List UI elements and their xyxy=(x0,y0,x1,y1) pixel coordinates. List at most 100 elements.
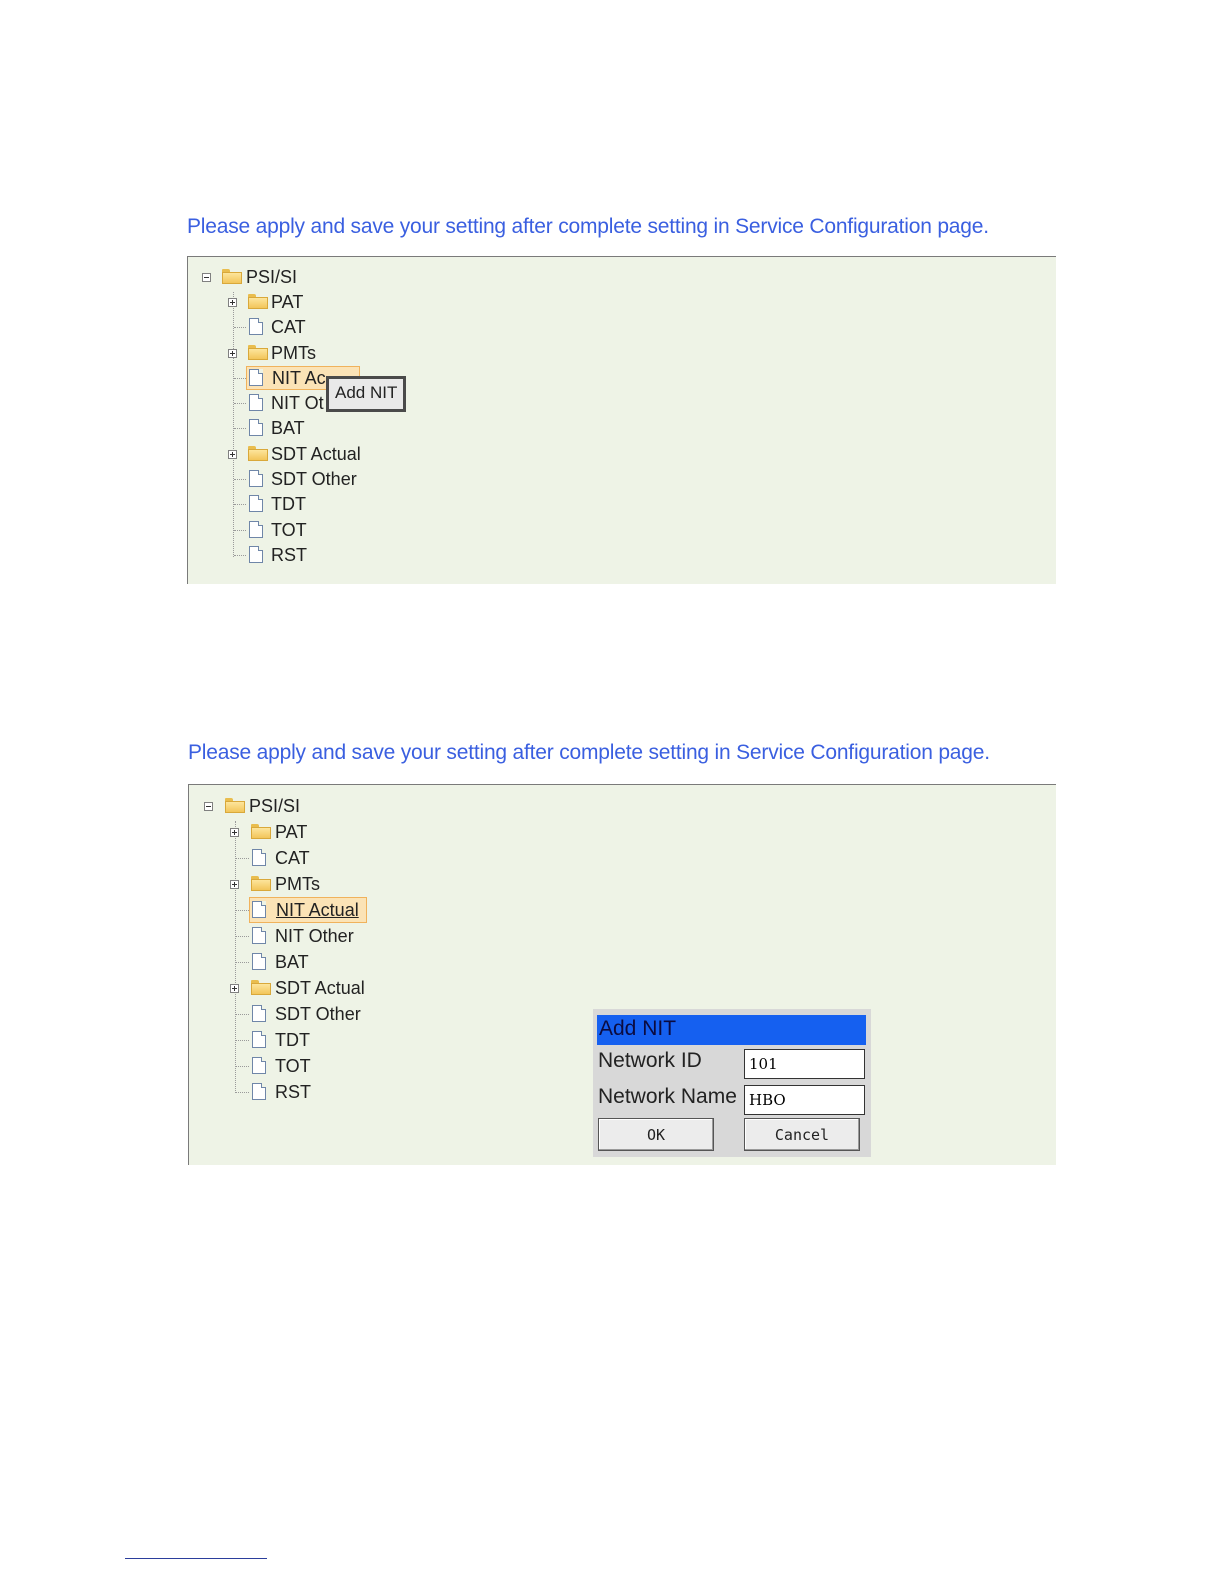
tree-connector xyxy=(236,858,249,859)
expand-icon[interactable] xyxy=(228,349,237,358)
tree-item-label: SDT Other xyxy=(275,1004,361,1024)
tree-item-nit-actual[interactable]: NIT Actual xyxy=(189,898,389,922)
tree-connector xyxy=(234,504,246,505)
file-icon xyxy=(252,953,266,970)
tree-item-label: BAT xyxy=(271,418,305,438)
file-icon xyxy=(249,369,263,386)
tree-item-label: TDT xyxy=(275,1030,310,1050)
tree-item-tdt[interactable]: TDT xyxy=(189,1028,389,1052)
file-icon xyxy=(249,318,263,335)
folder-icon xyxy=(248,345,268,360)
tree-item-label: SDT Actual xyxy=(271,444,361,464)
folder-icon xyxy=(251,824,271,839)
tree-connector xyxy=(234,327,246,328)
tree-item-pmts[interactable]: PMTs xyxy=(189,872,389,896)
ok-button[interactable]: OK xyxy=(598,1118,714,1151)
file-icon xyxy=(252,1057,266,1074)
tree-item-sdt-other[interactable]: SDT Other xyxy=(188,467,388,491)
tree-item-pmts[interactable]: PMTs xyxy=(188,341,388,365)
tree-connector xyxy=(236,1066,249,1067)
tree-connector xyxy=(234,403,246,404)
expand-icon[interactable] xyxy=(228,298,237,307)
tree-connector xyxy=(236,962,249,963)
tree-item-label: CAT xyxy=(275,848,310,868)
collapse-icon[interactable] xyxy=(202,273,211,282)
add-nit-context-menu-item[interactable]: Add NIT xyxy=(326,376,406,412)
tree-item-label: RST xyxy=(275,1082,311,1102)
file-icon xyxy=(249,546,263,563)
tree-connector xyxy=(234,479,246,480)
tree-item-sdt-actual[interactable]: SDT Actual xyxy=(188,442,388,466)
tree-item-rst[interactable]: RST xyxy=(189,1080,389,1104)
expand-icon[interactable] xyxy=(228,450,237,459)
file-icon xyxy=(249,419,263,436)
tree-item-label: PMTs xyxy=(275,874,320,894)
tree-item-bat[interactable]: BAT xyxy=(188,416,388,440)
tree-item-sdt-other[interactable]: SDT Other xyxy=(189,1002,389,1026)
file-icon xyxy=(252,1083,266,1100)
tree-root[interactable]: PSI/SI xyxy=(188,265,388,289)
network-name-input[interactable] xyxy=(744,1085,865,1115)
tree-item-tot[interactable]: TOT xyxy=(188,518,388,542)
tree-item-label: NIT Actual xyxy=(276,900,359,920)
tree-item-tdt[interactable]: TDT xyxy=(188,492,388,516)
network-id-input[interactable] xyxy=(744,1049,865,1079)
tree-item-label: PAT xyxy=(271,292,304,312)
tree-item-nit-other[interactable]: NIT Other xyxy=(189,924,389,948)
footnote-divider xyxy=(125,1558,267,1559)
cancel-button[interactable]: Cancel xyxy=(744,1118,860,1151)
tree-panel-top: PSI/SI PAT CAT PMTs NIT Ac NIT Ot BAT SD… xyxy=(187,256,1056,584)
tree-root-label: PSI/SI xyxy=(246,267,298,287)
tree-item-sdt-actual[interactable]: SDT Actual xyxy=(189,976,389,1000)
folder-icon xyxy=(251,980,271,995)
tree-connector xyxy=(234,555,246,556)
tree-connector xyxy=(234,378,246,379)
file-icon xyxy=(252,927,266,944)
file-icon xyxy=(252,849,266,866)
network-id-label: Network ID xyxy=(598,1049,702,1072)
tree-item-cat[interactable]: CAT xyxy=(189,846,389,870)
tree-connector xyxy=(234,428,246,429)
collapse-icon[interactable] xyxy=(204,802,213,811)
tree-item-label: CAT xyxy=(271,317,306,337)
dialog-title: Add NIT xyxy=(597,1015,866,1045)
folder-icon xyxy=(225,798,245,813)
tree-connector xyxy=(236,1092,249,1093)
tree-item-rst[interactable]: RST xyxy=(188,543,388,567)
tree-item-label: NIT Ot xyxy=(271,393,324,413)
tree-item-label: TOT xyxy=(275,1056,311,1076)
tree-connector xyxy=(236,1014,249,1015)
file-icon xyxy=(249,521,263,538)
tree-item-bat[interactable]: BAT xyxy=(189,950,389,974)
tree-connector xyxy=(236,936,249,937)
tree-root-label: PSI/SI xyxy=(249,796,301,816)
tree-item-label: SDT Other xyxy=(271,469,357,489)
tree-item-label: BAT xyxy=(275,952,309,972)
tree-item-cat[interactable]: CAT xyxy=(188,315,388,339)
network-name-label: Network Name xyxy=(598,1085,737,1108)
tree-root[interactable]: PSI/SI xyxy=(189,794,389,818)
tree-item-label: PAT xyxy=(275,822,308,842)
tree-item-tot[interactable]: TOT xyxy=(189,1054,389,1078)
tree-connector xyxy=(234,530,246,531)
add-nit-dialog: Add NIT Network ID Network Name OK Cance… xyxy=(593,1009,871,1157)
notice-text-bottom: Please apply and save your setting after… xyxy=(188,741,990,764)
tree-item-pat[interactable]: PAT xyxy=(188,290,388,314)
tree-connector xyxy=(236,910,249,911)
file-icon xyxy=(252,901,266,918)
file-icon xyxy=(252,1005,266,1022)
tree-item-label: RST xyxy=(271,545,307,565)
expand-icon[interactable] xyxy=(230,880,239,889)
tree-item-pat[interactable]: PAT xyxy=(189,820,389,844)
tree-item-label: TDT xyxy=(271,494,306,514)
folder-icon xyxy=(222,269,242,284)
tree-connector xyxy=(236,1040,249,1041)
tree-item-label: NIT Other xyxy=(275,926,354,946)
file-icon xyxy=(249,470,263,487)
tree-item-label: NIT Ac xyxy=(272,368,326,388)
expand-icon[interactable] xyxy=(230,828,239,837)
expand-icon[interactable] xyxy=(230,984,239,993)
tree-panel-bottom: PSI/SI PAT CAT PMTs NIT Actual NIT Other… xyxy=(188,784,1056,1165)
tree-item-label: PMTs xyxy=(271,343,316,363)
file-icon xyxy=(252,1031,266,1048)
